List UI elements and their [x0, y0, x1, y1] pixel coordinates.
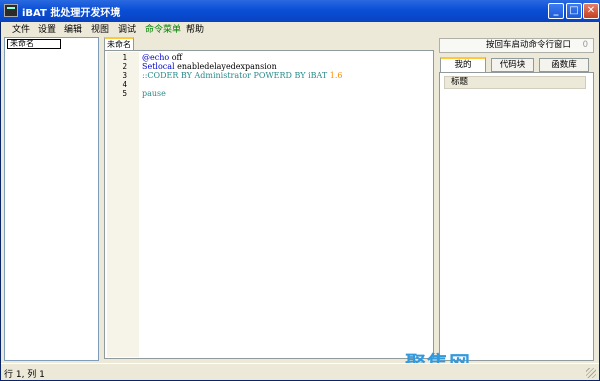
- code-editor[interactable]: 1 2 3 4 5 @echo off Setlocal enabledelay…: [104, 50, 434, 359]
- menu-debug[interactable]: 调试: [118, 23, 136, 37]
- code-line: Setlocal enabledelayedexpansion: [142, 62, 277, 71]
- status-bar: 行 1, 列 1: [1, 363, 599, 380]
- minimize-button[interactable]: _: [548, 3, 564, 19]
- launch-console-label: 按回车启动命令行窗口: [485, 40, 571, 50]
- snippet-list-panel[interactable]: 标题: [439, 72, 594, 361]
- tab-untitled[interactable]: 未命名: [104, 37, 134, 51]
- menu-help[interactable]: 帮助: [186, 23, 204, 37]
- tab-mine[interactable]: 我的: [440, 57, 486, 73]
- line-number-gutter: 1 2 3 4 5: [107, 52, 139, 357]
- launch-console-count: 0: [582, 40, 588, 50]
- line-number: 3: [122, 71, 127, 80]
- tab-snippets[interactable]: 代码块: [491, 58, 534, 72]
- code-line: @echo off: [142, 53, 183, 62]
- title-bar[interactable]: iBAT 批处理开发环境 _ □ ✕: [0, 0, 600, 22]
- resize-grip-icon[interactable]: [586, 368, 596, 378]
- editor-tab-strip: 未命名: [104, 37, 434, 51]
- menu-edit[interactable]: 编辑: [64, 23, 82, 37]
- column-header-title[interactable]: 标题: [444, 76, 586, 89]
- cursor-position: 行 1, 列 1: [4, 370, 45, 380]
- line-number: 2: [122, 62, 127, 71]
- line-number: 1: [122, 53, 127, 62]
- app-icon: [4, 4, 18, 17]
- menu-file[interactable]: 文件: [12, 23, 30, 37]
- window-title: iBAT 批处理开发环境: [22, 8, 121, 19]
- menu-view[interactable]: 视图: [91, 23, 109, 37]
- launch-console-button[interactable]: 按回车启动命令行窗口 0: [439, 38, 594, 53]
- menu-bar: 文件 设置 编辑 视图 调试 命令菜单 帮助: [1, 22, 599, 38]
- menu-settings[interactable]: 设置: [38, 23, 56, 37]
- file-tree-panel[interactable]: 未命名: [4, 37, 99, 361]
- maximize-button[interactable]: □: [566, 3, 582, 19]
- menu-commands[interactable]: 命令菜单: [145, 23, 181, 37]
- line-number: 5: [122, 89, 127, 98]
- code-line: pause: [142, 89, 166, 98]
- tab-library[interactable]: 函数库: [539, 58, 589, 72]
- file-name-field[interactable]: 未命名: [7, 39, 61, 49]
- close-button[interactable]: ✕: [583, 3, 599, 19]
- code-line: ::CODER BY Administrator POWERD BY iBAT …: [142, 71, 343, 80]
- line-number: 4: [122, 80, 127, 89]
